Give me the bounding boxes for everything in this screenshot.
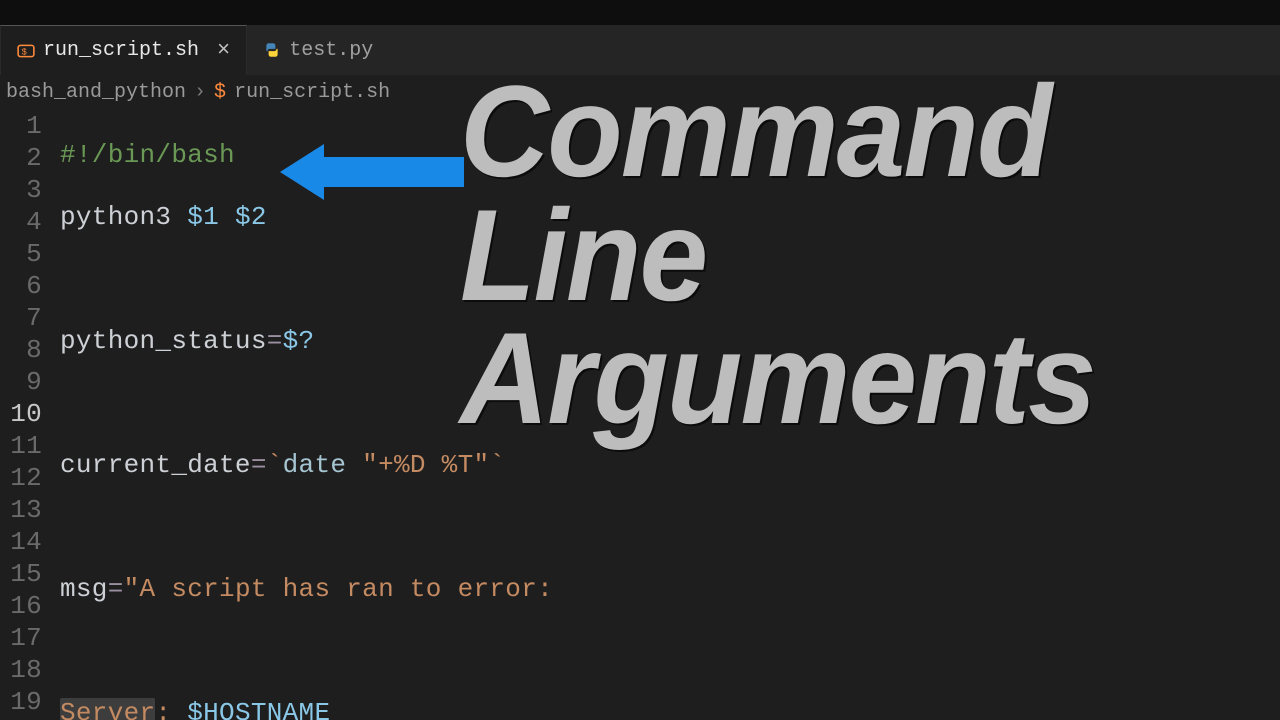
arrow-callout bbox=[280, 144, 464, 200]
line-number: 11 bbox=[0, 430, 42, 462]
line-number: 14 bbox=[0, 526, 42, 558]
line-number: 7 bbox=[0, 302, 42, 334]
code-line bbox=[60, 636, 1280, 668]
overlay-title: Command Line Arguments bbox=[460, 70, 1095, 441]
code-line bbox=[60, 512, 1280, 544]
text-selection: Server bbox=[60, 698, 155, 720]
arrow-left-icon bbox=[280, 144, 324, 200]
line-number: 9 bbox=[0, 366, 42, 398]
shell-file-icon: $ bbox=[17, 42, 35, 60]
overlay-title-line: Line bbox=[460, 194, 1095, 318]
overlay-title-line: Command bbox=[460, 70, 1095, 194]
line-number: 5 bbox=[0, 238, 42, 270]
svg-text:$: $ bbox=[22, 47, 28, 57]
line-number: 6 bbox=[0, 270, 42, 302]
line-number: 3 bbox=[0, 174, 42, 206]
shell-file-icon: $ bbox=[214, 81, 226, 104]
tab-test-py[interactable]: test.py bbox=[247, 25, 389, 75]
line-number: 8 bbox=[0, 334, 42, 366]
line-number: 12 bbox=[0, 462, 42, 494]
line-number: 13 bbox=[0, 494, 42, 526]
tab-run-script[interactable]: $ run_script.sh × bbox=[0, 25, 247, 75]
line-number: 1 bbox=[0, 110, 42, 142]
tab-label: run_script.sh bbox=[43, 39, 199, 62]
line-number: 18 bbox=[0, 654, 42, 686]
code-line: current_date=`date "+%D %T"` bbox=[60, 450, 1280, 482]
line-number: 17 bbox=[0, 622, 42, 654]
tab-label: test.py bbox=[289, 39, 373, 62]
arrow-shaft bbox=[324, 157, 464, 187]
python-file-icon bbox=[263, 41, 281, 59]
title-bar bbox=[0, 0, 1280, 25]
chevron-right-icon: › bbox=[194, 81, 206, 104]
line-number: 10 bbox=[0, 398, 42, 430]
line-number-gutter: 1 2 3 4 5 6 7 8 9 10 11 12 13 14 15 16 1… bbox=[0, 110, 60, 720]
line-number: 15 bbox=[0, 558, 42, 590]
close-icon[interactable]: × bbox=[217, 38, 230, 63]
line-number: 2 bbox=[0, 142, 42, 174]
code-line: Server: $HOSTNAME bbox=[60, 698, 1280, 720]
overlay-title-line: Arguments bbox=[460, 317, 1095, 441]
line-number: 19 bbox=[0, 686, 42, 718]
line-number: 16 bbox=[0, 590, 42, 622]
breadcrumb-folder: bash_and_python bbox=[6, 81, 186, 104]
code-line: msg="A script has ran to error: bbox=[60, 574, 1280, 606]
line-number: 4 bbox=[0, 206, 42, 238]
breadcrumb-file: run_script.sh bbox=[234, 81, 390, 104]
